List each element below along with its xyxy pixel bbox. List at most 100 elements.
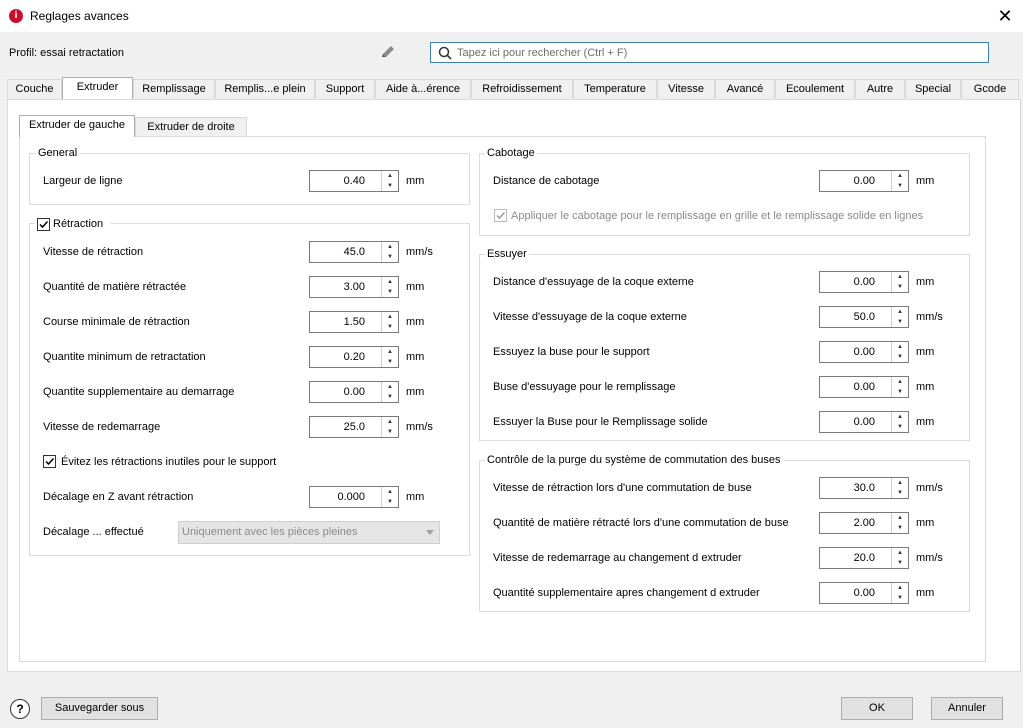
spin-up-icon[interactable]: ▲ [892,548,908,558]
line-width-spinbox[interactable]: 0.40 ▲ ▼ [309,170,399,192]
spin-down-icon[interactable]: ▼ [892,488,908,498]
spin-down-icon[interactable]: ▼ [382,427,398,437]
tab-special[interactable]: Special [905,79,961,98]
cancel-button[interactable]: Annuler [931,697,1003,720]
spin-down-icon[interactable]: ▼ [892,317,908,327]
tab-couche[interactable]: Couche [7,79,62,98]
extra-restart-unit: mm [406,386,425,398]
spin-down-icon[interactable]: ▼ [892,387,908,397]
spin-up-icon[interactable]: ▲ [382,242,398,252]
tab-temperature[interactable]: Temperature [573,79,657,98]
wipe-solid-infill-spinbox[interactable]: 0.00 ▲ ▼ [819,411,909,433]
wipe-support-unit: mm [916,346,935,358]
min-retraction-unit: mm [406,351,425,363]
spin-up-icon[interactable]: ▲ [892,272,908,282]
edit-pencil-icon[interactable] [379,43,397,61]
min-retraction-spinbox[interactable]: 0.20 ▲ ▼ [309,346,399,368]
wipe-support-spinbox[interactable]: 0.00 ▲ ▼ [819,341,909,363]
app-logo-icon: i [9,9,23,23]
line-width-unit: mm [406,175,425,187]
switch-retraction-speed-spinbox[interactable]: 30.0 ▲ ▼ [819,477,909,499]
tab-vitesse[interactable]: Vitesse [657,79,715,98]
spin-down-icon[interactable]: ▼ [892,282,908,292]
retraction-amount-spinbox[interactable]: 3.00 ▲ ▼ [309,276,399,298]
wipe-outer-speed-spinbox[interactable]: 50.0 ▲ ▼ [819,306,909,328]
spin-down-icon[interactable]: ▼ [382,392,398,402]
retraction-amount-unit: mm [406,281,425,293]
wipe-support-label: Essuyez la buse pour le support [493,346,650,358]
spin-up-icon[interactable]: ▲ [892,583,908,593]
spin-up-icon[interactable]: ▲ [892,377,908,387]
restart-speed-spinbox[interactable]: 25.0 ▲ ▼ [309,416,399,438]
spin-down-icon[interactable]: ▼ [382,252,398,262]
switch-extra-amount-spinbox[interactable]: 0.00 ▲ ▼ [819,582,909,604]
search-box[interactable] [430,42,989,63]
offset-done-label: Décalage ... effectué [43,526,144,538]
tab-remplissage[interactable]: Remplissage [133,79,215,98]
switch-restart-speed-spinbox[interactable]: 20.0 ▲ ▼ [819,547,909,569]
z-offset-spinbox[interactable]: 0.000 ▲ ▼ [309,486,399,508]
spin-up-icon[interactable]: ▲ [382,171,398,181]
min-travel-spinbox[interactable]: 1.50 ▲ ▼ [309,311,399,333]
spin-up-icon[interactable]: ▲ [892,513,908,523]
spin-up-icon[interactable]: ▲ [892,478,908,488]
save-as-button[interactable]: Sauvegarder sous [41,697,158,720]
window-title: Reglages avances [30,9,129,23]
ok-button[interactable]: OK [841,697,913,720]
tab-ecoulement[interactable]: Ecoulement [775,79,855,98]
spin-up-icon[interactable]: ▲ [382,417,398,427]
extra-restart-spinbox[interactable]: 0.00 ▲ ▼ [309,381,399,403]
spin-up-icon[interactable]: ▲ [382,487,398,497]
min-travel-label: Course minimale de rétraction [43,316,190,328]
spin-down-icon[interactable]: ▼ [382,287,398,297]
tab-extruder[interactable]: Extruder [62,77,133,99]
switch-restart-speed-unit: mm/s [916,552,943,564]
spin-down-icon[interactable]: ▼ [382,181,398,191]
subtab-extruder-droite[interactable]: Extruder de droite [135,117,247,136]
subtab-extruder-gauche[interactable]: Extruder de gauche [19,115,135,137]
spin-down-icon[interactable]: ▼ [892,181,908,191]
wipe-outer-speed-unit: mm/s [916,311,943,323]
spin-up-icon[interactable]: ▲ [382,347,398,357]
help-icon[interactable]: ? [10,699,30,719]
retraction-checkbox[interactable] [37,218,50,231]
spin-up-icon[interactable]: ▲ [892,412,908,422]
tab-autre[interactable]: Autre [855,79,905,98]
tab-remplissage-plein[interactable]: Remplis...e plein [215,79,315,98]
tab-aide-adherence[interactable]: Aide à...érence [375,79,471,98]
spin-down-icon[interactable]: ▼ [892,352,908,362]
spin-up-icon[interactable]: ▲ [382,277,398,287]
cabotage-distance-spinbox[interactable]: 0.00 ▲ ▼ [819,170,909,192]
extra-restart-label: Quantite supplementaire au demarrage [43,386,235,398]
offset-done-select[interactable]: Uniquement avec les pièces pleines [178,521,440,544]
restart-speed-unit: mm/s [406,421,433,433]
retraction-speed-spinbox[interactable]: 45.0 ▲ ▼ [309,241,399,263]
close-icon[interactable]: ✕ [993,4,1017,28]
tab-refroidissement[interactable]: Refroidissement [471,79,573,98]
tab-support[interactable]: Support [315,79,375,98]
tab-gcode[interactable]: Gcode [961,79,1019,98]
cabotage-apply-checkbox[interactable] [494,209,507,222]
retraction-amount-label: Quantité de matière rétractée [43,281,187,293]
spin-up-icon[interactable]: ▲ [382,312,398,322]
spin-up-icon[interactable]: ▲ [892,342,908,352]
switch-retraction-amount-unit: mm [916,517,935,529]
search-input[interactable] [457,44,977,61]
spin-up-icon[interactable]: ▲ [892,171,908,181]
wipe-infill-spinbox[interactable]: 0.00 ▲ ▼ [819,376,909,398]
wipe-outer-distance-spinbox[interactable]: 0.00 ▲ ▼ [819,271,909,293]
spin-up-icon[interactable]: ▲ [382,382,398,392]
spin-down-icon[interactable]: ▼ [382,497,398,507]
retraction-speed-label: Vitesse de rétraction [43,246,144,258]
spin-down-icon[interactable]: ▼ [892,422,908,432]
avoid-support-checkbox[interactable] [43,455,56,468]
spin-down-icon[interactable]: ▼ [892,558,908,568]
spin-down-icon[interactable]: ▼ [892,523,908,533]
spin-down-icon[interactable]: ▼ [382,357,398,367]
tab-avance[interactable]: Avancé [715,79,775,98]
chevron-down-icon [426,530,434,535]
spin-down-icon[interactable]: ▼ [382,322,398,332]
spin-down-icon[interactable]: ▼ [892,593,908,603]
switch-retraction-amount-spinbox[interactable]: 2.00 ▲ ▼ [819,512,909,534]
spin-up-icon[interactable]: ▲ [892,307,908,317]
